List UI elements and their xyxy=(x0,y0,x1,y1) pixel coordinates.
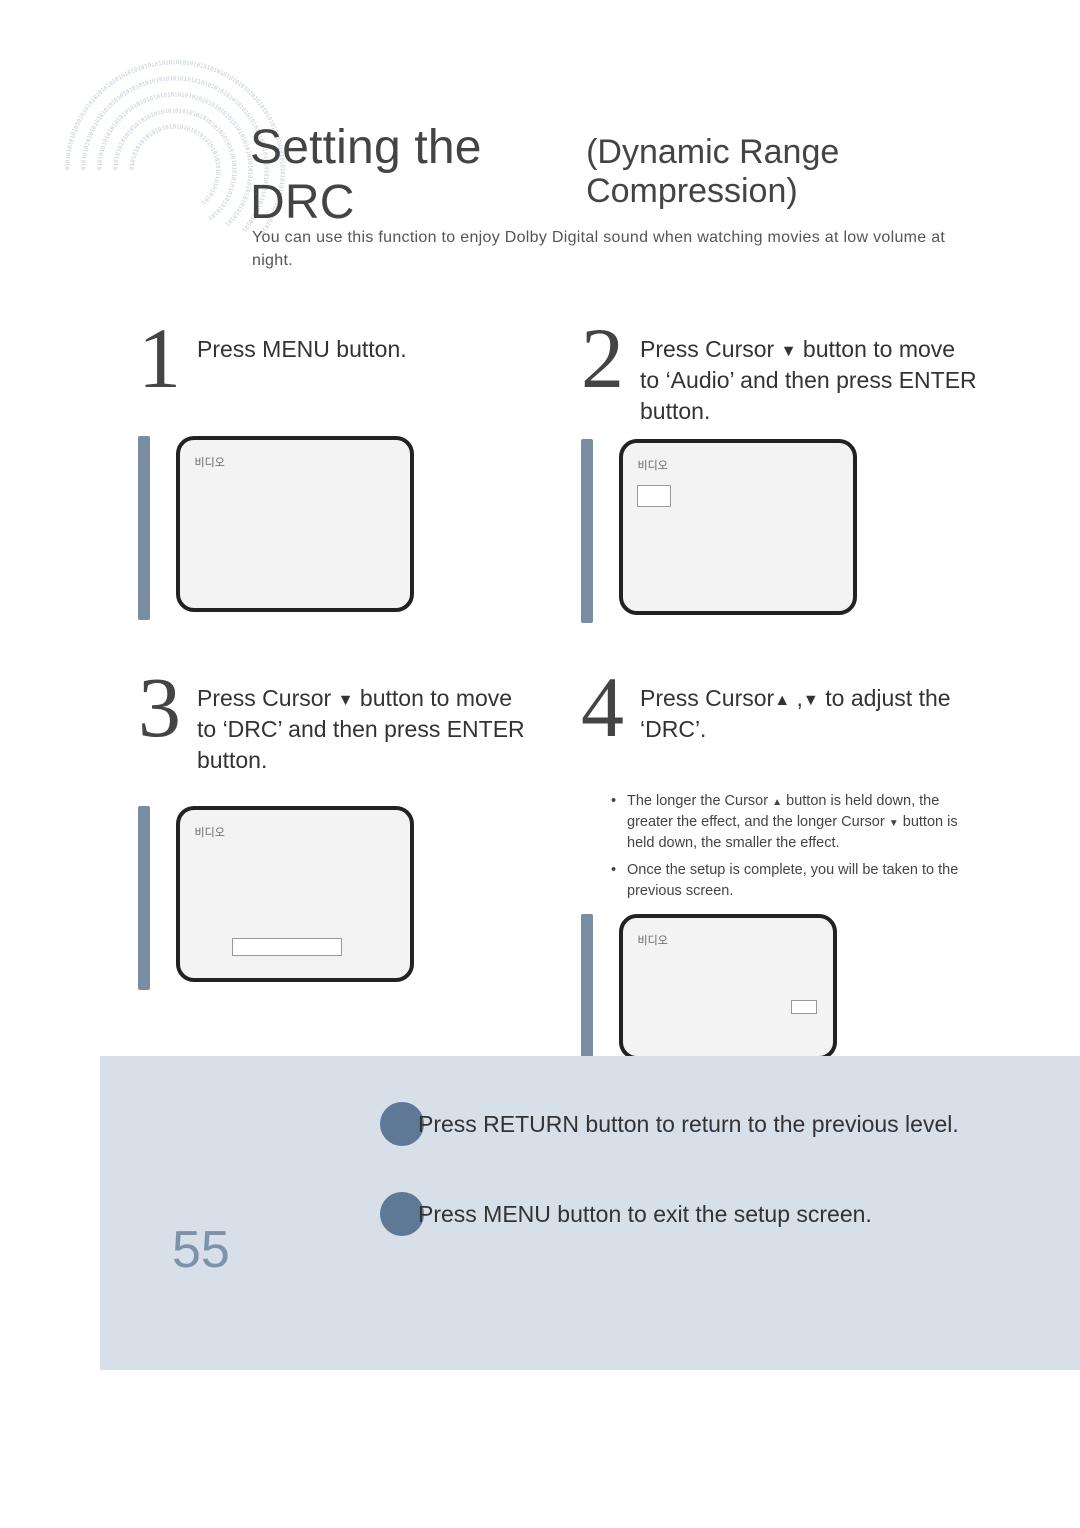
step-1-text: Press MENU button. xyxy=(197,320,407,365)
tv-label: 비디오 xyxy=(194,824,224,840)
steps-row-1: 1 Press MENU button. 비디오 2 Press Cursor … xyxy=(138,320,980,623)
cursor-up-icon xyxy=(772,793,782,809)
manual-page: 0101010101010101010101010101010101010101… xyxy=(0,0,1080,1528)
tv-label: 비디오 xyxy=(637,932,667,948)
tv-frame-icon: 비디오 xyxy=(176,436,414,612)
step-3: 3 Press Cursor button to move to ‘DRC’ a… xyxy=(138,669,537,1065)
footer-panel: Press RETURN button to return to the pre… xyxy=(100,1056,1080,1370)
tv-frame-icon: 비디오 xyxy=(176,806,414,982)
tip-menu: Press MENU button to exit the setup scre… xyxy=(380,1192,872,1236)
tip-return: Press RETURN button to return to the pre… xyxy=(380,1102,959,1146)
step-3-text-pre: Press Cursor xyxy=(197,685,338,711)
tv-label: 비디오 xyxy=(194,454,224,470)
step-4-text-mid: , xyxy=(790,685,803,711)
cursor-up-icon xyxy=(774,685,790,711)
note-1-pre: The longer the Cursor xyxy=(627,793,772,809)
page-title: Setting the DRC xyxy=(250,120,570,230)
step-1: 1 Press MENU button. 비디오 xyxy=(138,320,537,623)
page-number: 55 xyxy=(172,1220,230,1280)
step-2-text: Press Cursor button to move to ‘Audio’ a… xyxy=(640,320,980,427)
tv-frame-icon: 비디오 xyxy=(619,439,857,615)
tv-highlight-icon xyxy=(232,938,342,956)
note-2: Once the setup is complete, you will be … xyxy=(611,860,980,902)
step-2-screenshot: 비디오 xyxy=(581,439,980,623)
tip-menu-text: Press MENU button to exit the setup scre… xyxy=(418,1201,872,1228)
accent-bar-icon xyxy=(138,806,150,990)
step-4-text: Press Cursor , to adjust the ‘DRC’. xyxy=(640,669,980,745)
steps-container: 1 Press MENU button. 비디오 2 Press Cursor … xyxy=(138,320,980,1065)
note-1: The longer the Cursor button is held dow… xyxy=(611,791,980,854)
accent-bar-icon xyxy=(581,439,593,623)
intro-text: You can use this function to enjoy Dolby… xyxy=(252,226,990,272)
page-title-wrap: Setting the DRC (Dynamic Range Compressi… xyxy=(250,120,1020,230)
step-2: 2 Press Cursor button to move to ‘Audio’… xyxy=(581,320,980,623)
step-2-text-pre: Press Cursor xyxy=(640,336,781,362)
step-4-text-pre: Press Cursor xyxy=(640,685,774,711)
step-4: 4 Press Cursor , to adjust the ‘DRC’. Th… xyxy=(581,669,980,1065)
svg-text:010101010101010101010101010101: 0101010101010101010101010101010101010101… xyxy=(130,125,221,206)
tip-return-text: Press RETURN button to return to the pre… xyxy=(418,1111,959,1138)
accent-bar-icon xyxy=(138,436,150,620)
cursor-down-icon xyxy=(781,336,797,362)
tv-highlight-icon xyxy=(637,485,671,507)
step-3-screenshot: 비디오 xyxy=(138,806,537,990)
accent-bar-icon xyxy=(581,914,593,1064)
steps-row-2: 3 Press Cursor button to move to ‘DRC’ a… xyxy=(138,669,980,1065)
step-4-screenshot: 비디오 xyxy=(581,914,980,1065)
step-1-number: 1 xyxy=(138,320,181,397)
cursor-down-icon xyxy=(889,814,899,830)
step-3-number: 3 xyxy=(138,669,181,746)
tv-frame-icon: 비디오 xyxy=(619,914,837,1060)
cursor-down-icon xyxy=(338,685,354,711)
step-4-notes: The longer the Cursor button is held dow… xyxy=(611,791,980,902)
cursor-down-icon xyxy=(803,685,819,711)
tv-highlight-icon xyxy=(791,1000,817,1014)
step-4-number: 4 xyxy=(581,669,624,746)
page-subtitle: (Dynamic Range Compression) xyxy=(586,133,1020,211)
tv-label: 비디오 xyxy=(637,457,667,473)
step-2-number: 2 xyxy=(581,320,624,397)
step-1-screenshot: 비디오 xyxy=(138,436,537,620)
step-3-text: Press Cursor button to move to ‘DRC’ and… xyxy=(197,669,537,776)
